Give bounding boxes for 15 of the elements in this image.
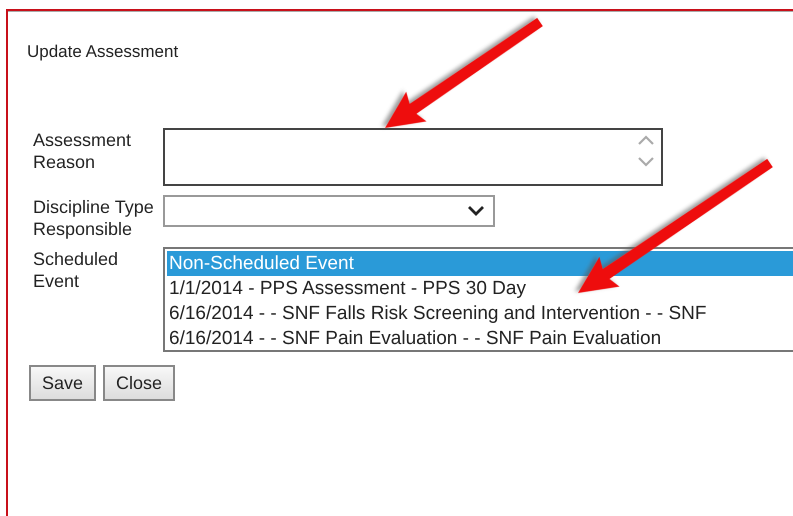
field-label: Assessment Reason [33,129,132,173]
dialog-title: Update Assessment [27,42,180,62]
discipline-dropdown[interactable] [163,195,495,227]
chevron-down-icon [637,156,655,168]
listbox-option[interactable]: 1/1/2014 - PPS Assessment - PPS 30 Day [167,276,793,301]
chevron-up-icon [637,134,655,146]
field-label: Discipline Type Responsible [33,196,155,240]
listbox-option[interactable]: 6/16/2014 - - SNF Pain Evaluation - - SNF Pain Evaluation [167,326,793,351]
dropdown-chevron-icon [467,205,485,217]
listbox-option[interactable]: 6/16/2014 - - SNF Falls Risk Screening and Intervention - - SNF [167,301,793,326]
reason-field[interactable] [163,128,663,186]
close-button[interactable]: Close [103,365,176,401]
save-button[interactable]: Save [29,365,96,401]
field-label: Scheduled Event [33,248,120,292]
event-listbox[interactable]: Non-Scheduled Event 1/1/2014 - PPS Assessment - PPS 30 Day 6/16/2014 - - SNF Falls Risk Screening and Intervention - - SNF 6/16/2014 - - SNF Pain Evaluation - - SNF Pain Evaluation [163,247,793,352]
